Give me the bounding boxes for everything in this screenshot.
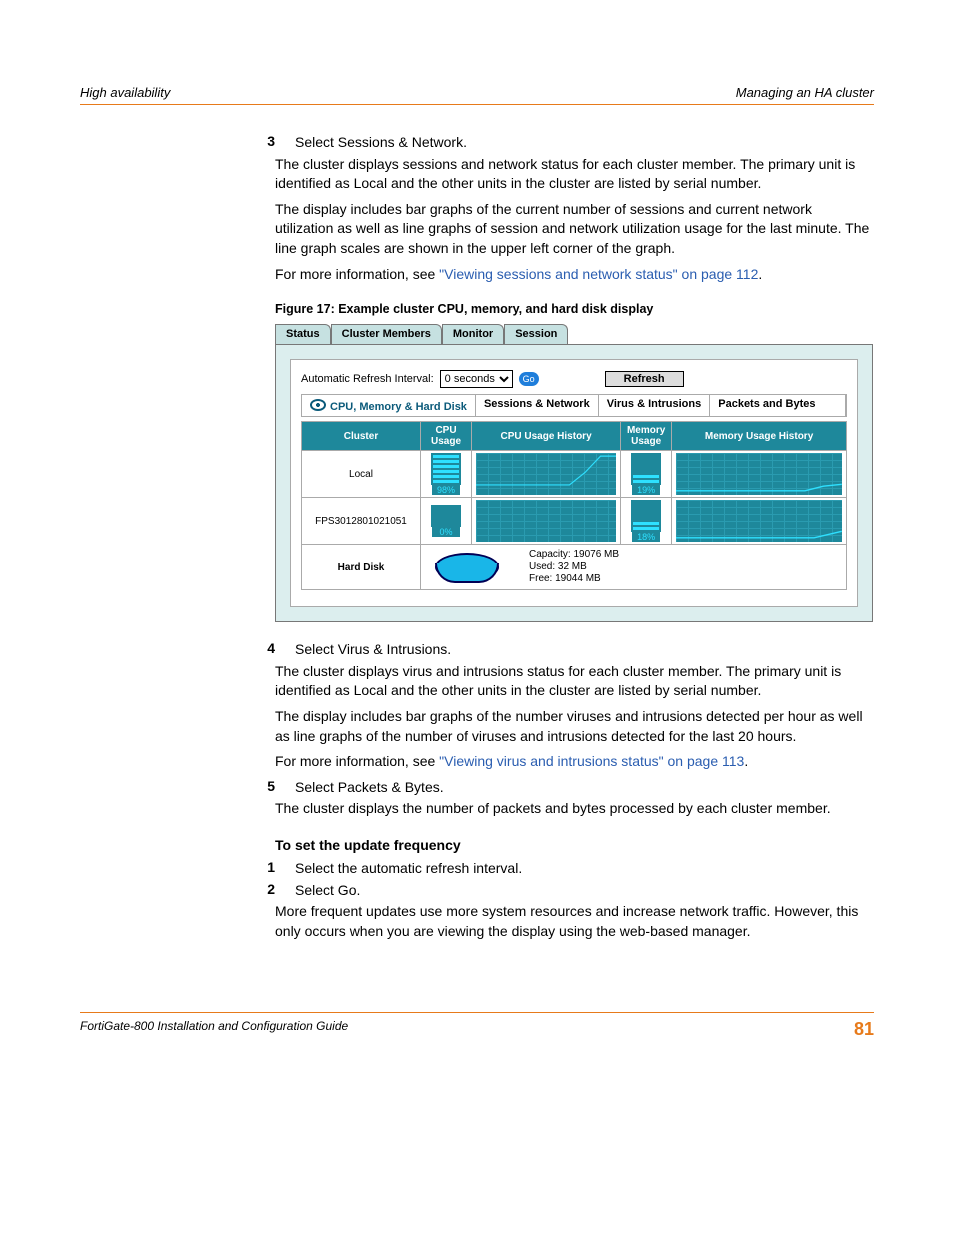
col-cpu-history: CPU Usage History: [472, 422, 621, 451]
page-footer: FortiGate-800 Installation and Configura…: [80, 1012, 874, 1040]
mem-history-chart: [676, 500, 842, 542]
step-paragraph: More frequent updates use more system re…: [275, 902, 874, 941]
mem-percent: 18%: [632, 532, 660, 542]
step-more-info: For more information, see "Viewing virus…: [275, 752, 874, 772]
disk-info: Capacity: 19076 MB Used: 32 MB Free: 190…: [529, 549, 619, 585]
figure-caption: Figure 17: Example cluster CPU, memory, …: [275, 302, 874, 316]
cross-ref-link[interactable]: "Viewing virus and intrusions status" on…: [439, 753, 744, 769]
step-title: Select Virus & Intrusions.: [295, 640, 874, 660]
figure-screenshot: Status Cluster Members Monitor Session A…: [275, 324, 873, 622]
tab-monitor[interactable]: Monitor: [442, 324, 504, 344]
step-paragraph: The display includes bar graphs of the c…: [275, 200, 874, 259]
step-paragraph: The display includes bar graphs of the n…: [275, 707, 874, 746]
header-right: Managing an HA cluster: [736, 85, 874, 100]
mem-bar-icon: [631, 500, 661, 532]
step-number: 2: [80, 881, 295, 901]
subtab-packets-bytes[interactable]: Packets and Bytes: [710, 395, 846, 416]
disk-pie-icon: [435, 553, 499, 581]
hard-disk-label: Hard Disk: [302, 545, 421, 590]
step-paragraph: The cluster displays the number of packe…: [275, 799, 874, 819]
step-more-info: For more information, see "Viewing sessi…: [275, 265, 874, 285]
mem-history-chart: [676, 453, 842, 495]
step-number: 5: [80, 778, 295, 798]
cpu-bar-icon: [431, 453, 461, 485]
step-number: 1: [80, 859, 295, 879]
tab-status[interactable]: Status: [275, 324, 331, 344]
mem-bar-icon: [631, 453, 661, 485]
cpu-history-chart: [476, 453, 616, 495]
col-mem-history: Memory Usage History: [672, 422, 847, 451]
step-title: Select Sessions & Network.: [295, 133, 874, 153]
cluster-name: FPS3012801021051: [302, 498, 421, 545]
page-header: High availability Managing an HA cluster: [80, 85, 874, 105]
cpu-percent: 0%: [432, 527, 460, 537]
step-number: 3: [80, 133, 295, 153]
page-number: 81: [854, 1019, 874, 1040]
step-paragraph: The cluster displays sessions and networ…: [275, 155, 874, 194]
subtab-sessions-network[interactable]: Sessions & Network: [476, 395, 599, 416]
subtab-cpu-memory-hd[interactable]: CPU, Memory & Hard Disk: [302, 395, 476, 416]
step-title: Select Packets & Bytes.: [295, 778, 874, 798]
cpu-percent: 98%: [432, 485, 460, 495]
mem-percent: 19%: [632, 485, 660, 495]
cross-ref-link[interactable]: "Viewing sessions and network status" on…: [439, 266, 758, 282]
refresh-button[interactable]: Refresh: [605, 371, 684, 387]
table-row: Local 98% 19%: [302, 451, 847, 498]
table-row: FPS3012801021051 0% 18%: [302, 498, 847, 545]
tab-cluster-members[interactable]: Cluster Members: [331, 324, 442, 344]
footer-title: FortiGate-800 Installation and Configura…: [80, 1019, 348, 1040]
header-left: High availability: [80, 85, 170, 100]
section-subhead: To set the update frequency: [275, 837, 874, 853]
cpu-bar-icon: [431, 505, 461, 527]
cpu-history-chart: [476, 500, 616, 542]
hard-disk-row: Hard Disk Capacity: 19076 MB Used: 32 MB…: [302, 545, 847, 590]
step-number: 4: [80, 640, 295, 660]
col-mem-usage: Memory Usage: [621, 422, 672, 451]
col-cluster: Cluster: [302, 422, 421, 451]
go-button[interactable]: Go: [519, 372, 539, 386]
col-cpu-usage: CPU Usage: [421, 422, 472, 451]
step-title: Select the automatic refresh interval.: [295, 859, 874, 879]
refresh-interval-select[interactable]: 0 seconds: [440, 370, 513, 388]
cluster-table: Cluster CPU Usage CPU Usage History Memo…: [301, 421, 847, 590]
step-title: Select Go.: [295, 881, 874, 901]
step-paragraph: The cluster displays virus and intrusion…: [275, 662, 874, 701]
subtab-virus-intrusions[interactable]: Virus & Intrusions: [599, 395, 711, 416]
refresh-interval-label: Automatic Refresh Interval:: [301, 373, 434, 385]
eye-icon: [310, 399, 326, 411]
cluster-name: Local: [302, 451, 421, 498]
tab-session[interactable]: Session: [504, 324, 568, 344]
